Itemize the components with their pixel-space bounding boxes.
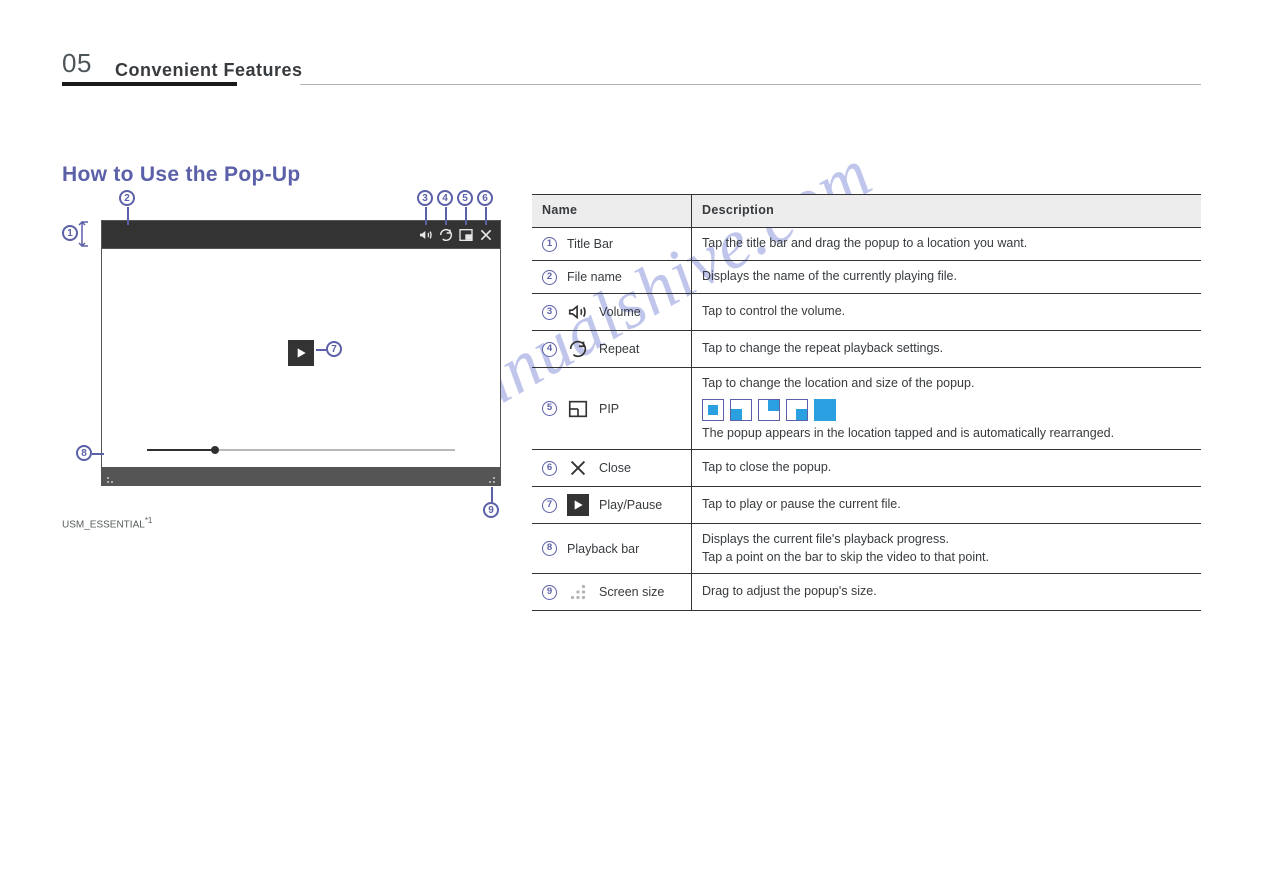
pip-tr-icon [758, 399, 780, 421]
subheading: How to Use the Pop-Up [62, 163, 300, 187]
leader-3 [425, 207, 427, 225]
refresh-icon [567, 338, 589, 360]
section-title: Convenient Features [115, 60, 303, 81]
callout-3: 3 [417, 190, 433, 206]
callout-num: 1 [542, 237, 557, 252]
resize-corner-br-icon [484, 471, 496, 483]
row-desc: Tap the title bar and drag the popup to … [692, 228, 1201, 260]
playback-progress [147, 449, 215, 451]
popup-diagram [101, 220, 501, 486]
description-table: Name Description 1 Title Bar Tap the titl… [532, 194, 1201, 611]
row-label: Close [599, 461, 631, 475]
leader-2 [127, 207, 129, 225]
table-row: 8 Playback bar Displays the current file'… [532, 524, 1201, 574]
dim-bracket [78, 220, 98, 250]
callout-num: 8 [542, 541, 557, 556]
pip-options [702, 399, 1191, 421]
row-desc: Tap to change the location and size of t… [692, 368, 1201, 449]
row-desc: Displays the current file's playback pro… [692, 524, 1201, 573]
callout-8: 8 [76, 445, 92, 461]
pip-icon [458, 227, 474, 243]
refresh-icon [438, 227, 454, 243]
playback-knob [211, 446, 219, 454]
pip-br-icon [786, 399, 808, 421]
callout-num: 7 [542, 498, 557, 513]
callout-num: 9 [542, 585, 557, 600]
leader-6 [485, 207, 487, 225]
row-label: PIP [599, 402, 619, 416]
hdr-name: Name [532, 195, 692, 227]
leader-7 [316, 349, 326, 351]
pip-full-icon [814, 399, 836, 421]
close-icon [567, 457, 589, 479]
callout-num: 5 [542, 401, 557, 416]
hdr-desc: Description [692, 195, 1201, 227]
callout-5: 5 [457, 190, 473, 206]
row-desc: Displays the name of the currently playi… [692, 261, 1201, 293]
play-button [288, 340, 314, 366]
pip-icon [567, 398, 589, 420]
leader-4 [445, 207, 447, 225]
row-label: Screen size [599, 585, 664, 599]
close-icon [478, 227, 494, 243]
row-label: Playback bar [567, 542, 639, 556]
row-desc: Tap to play or pause the current file. [692, 487, 1201, 523]
row-desc: Drag to adjust the popup's size. [692, 574, 1201, 610]
pip-center-icon [702, 399, 724, 421]
table-row: 2 File name Displays the name of the curr… [532, 261, 1201, 294]
row-desc: Tap to close the popup. [692, 450, 1201, 486]
callout-num: 3 [542, 305, 557, 320]
callout-num: 6 [542, 461, 557, 476]
callout-num: 2 [542, 270, 557, 285]
callout-9: 9 [483, 502, 499, 518]
callout-7: 7 [326, 341, 342, 357]
header-divider [62, 82, 237, 86]
page-number: 05 [62, 48, 92, 79]
resize-icon [567, 581, 589, 603]
row-label: Title Bar [567, 237, 613, 251]
table-row: 7 Play/Pause Tap to play or pause the cu… [532, 487, 1201, 524]
row-label: Volume [599, 305, 641, 319]
row-desc: Tap to control the volume. [692, 294, 1201, 330]
table-row: 4 Repeat Tap to change the repeat playba… [532, 331, 1201, 368]
speaker-icon [418, 227, 434, 243]
title-bar [102, 221, 500, 249]
table-row: 3 Volume Tap to control the volume. [532, 294, 1201, 331]
row-label: File name [567, 270, 622, 284]
table-row: 1 Title Bar Tap the title bar and drag th… [532, 228, 1201, 261]
table-row: 9 Screen size Drag to adjust the popup's… [532, 574, 1201, 611]
callout-6: 6 [477, 190, 493, 206]
row-label: Repeat [599, 342, 639, 356]
speaker-icon [567, 301, 589, 323]
pip-bl-icon [730, 399, 752, 421]
callout-2: 2 [119, 190, 135, 206]
play-icon [567, 494, 589, 516]
resize-corner-bl-icon [106, 471, 118, 483]
playback-bar [147, 449, 455, 451]
row-label: Play/Pause [599, 498, 662, 512]
callout-4: 4 [437, 190, 453, 206]
callout-1: 1 [62, 225, 78, 241]
table-header: Name Description [532, 195, 1201, 228]
leader-8 [92, 453, 104, 455]
footnote: USM_ESSENTIAL*1 [62, 516, 152, 530]
header-rule [300, 84, 1201, 85]
table-row: 6 Close Tap to close the popup. [532, 450, 1201, 487]
leader-9 [491, 487, 493, 502]
status-bar [102, 467, 500, 485]
table-row: 5 PIP Tap to change the location and siz… [532, 368, 1201, 450]
callout-num: 4 [542, 342, 557, 357]
row-desc: Tap to change the repeat playback settin… [692, 331, 1201, 367]
leader-5 [465, 207, 467, 225]
